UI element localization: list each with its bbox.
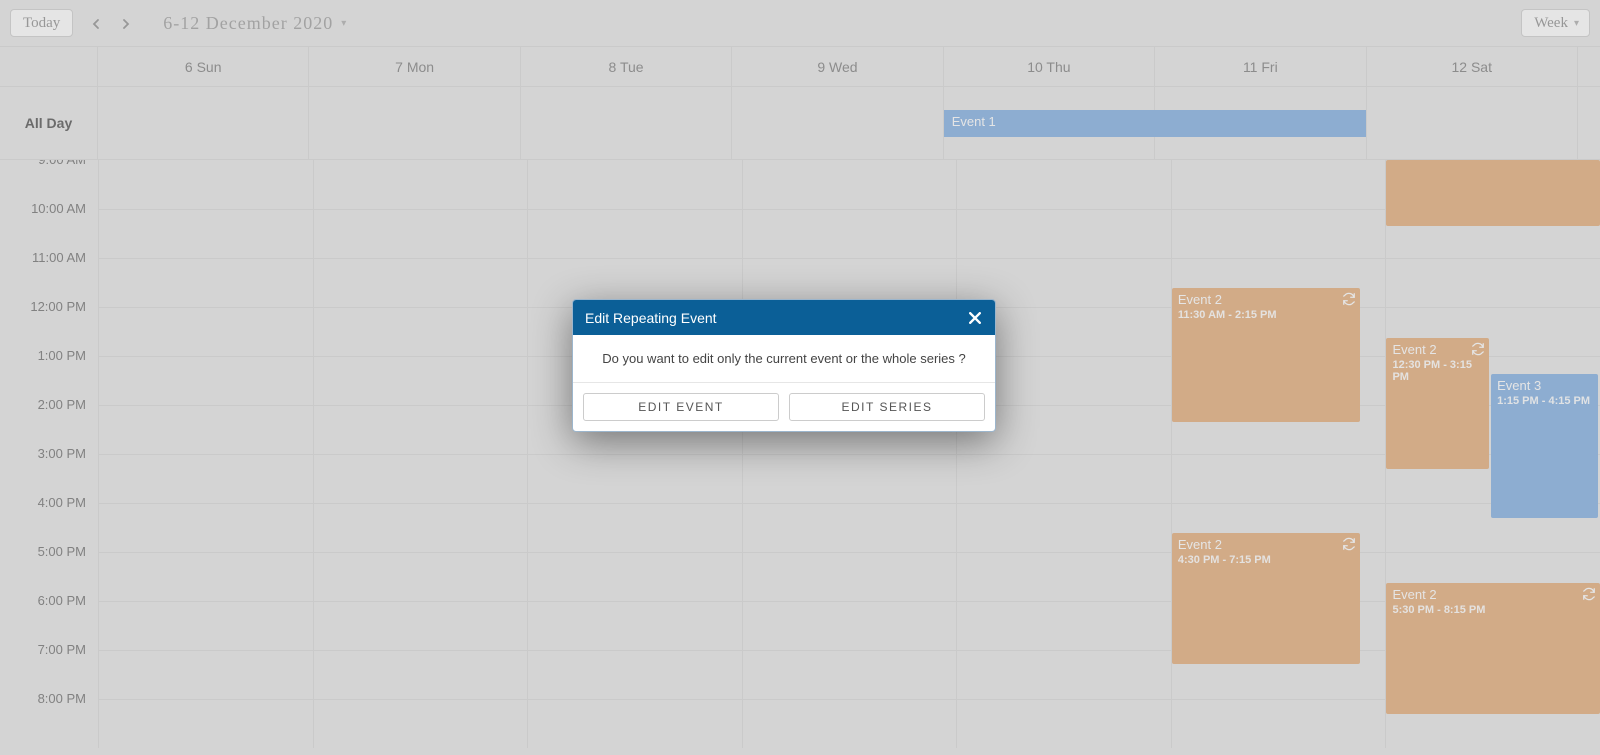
dialog-header: Edit Repeating Event	[573, 300, 995, 335]
dialog-title: Edit Repeating Event	[585, 310, 717, 326]
dialog-actions: EDIT EVENT EDIT SERIES	[573, 383, 995, 431]
dialog-close-button[interactable]	[969, 311, 983, 325]
edit-series-button[interactable]: EDIT SERIES	[789, 393, 985, 421]
calendar-app: Today 6-12 December 2020 ▾ Week ▾ 6 Sun7…	[0, 0, 1600, 755]
edit-event-button[interactable]: EDIT EVENT	[583, 393, 779, 421]
dialog-body: Do you want to edit only the current eve…	[573, 335, 995, 383]
edit-repeating-dialog: Edit Repeating Event Do you want to edit…	[572, 299, 996, 432]
